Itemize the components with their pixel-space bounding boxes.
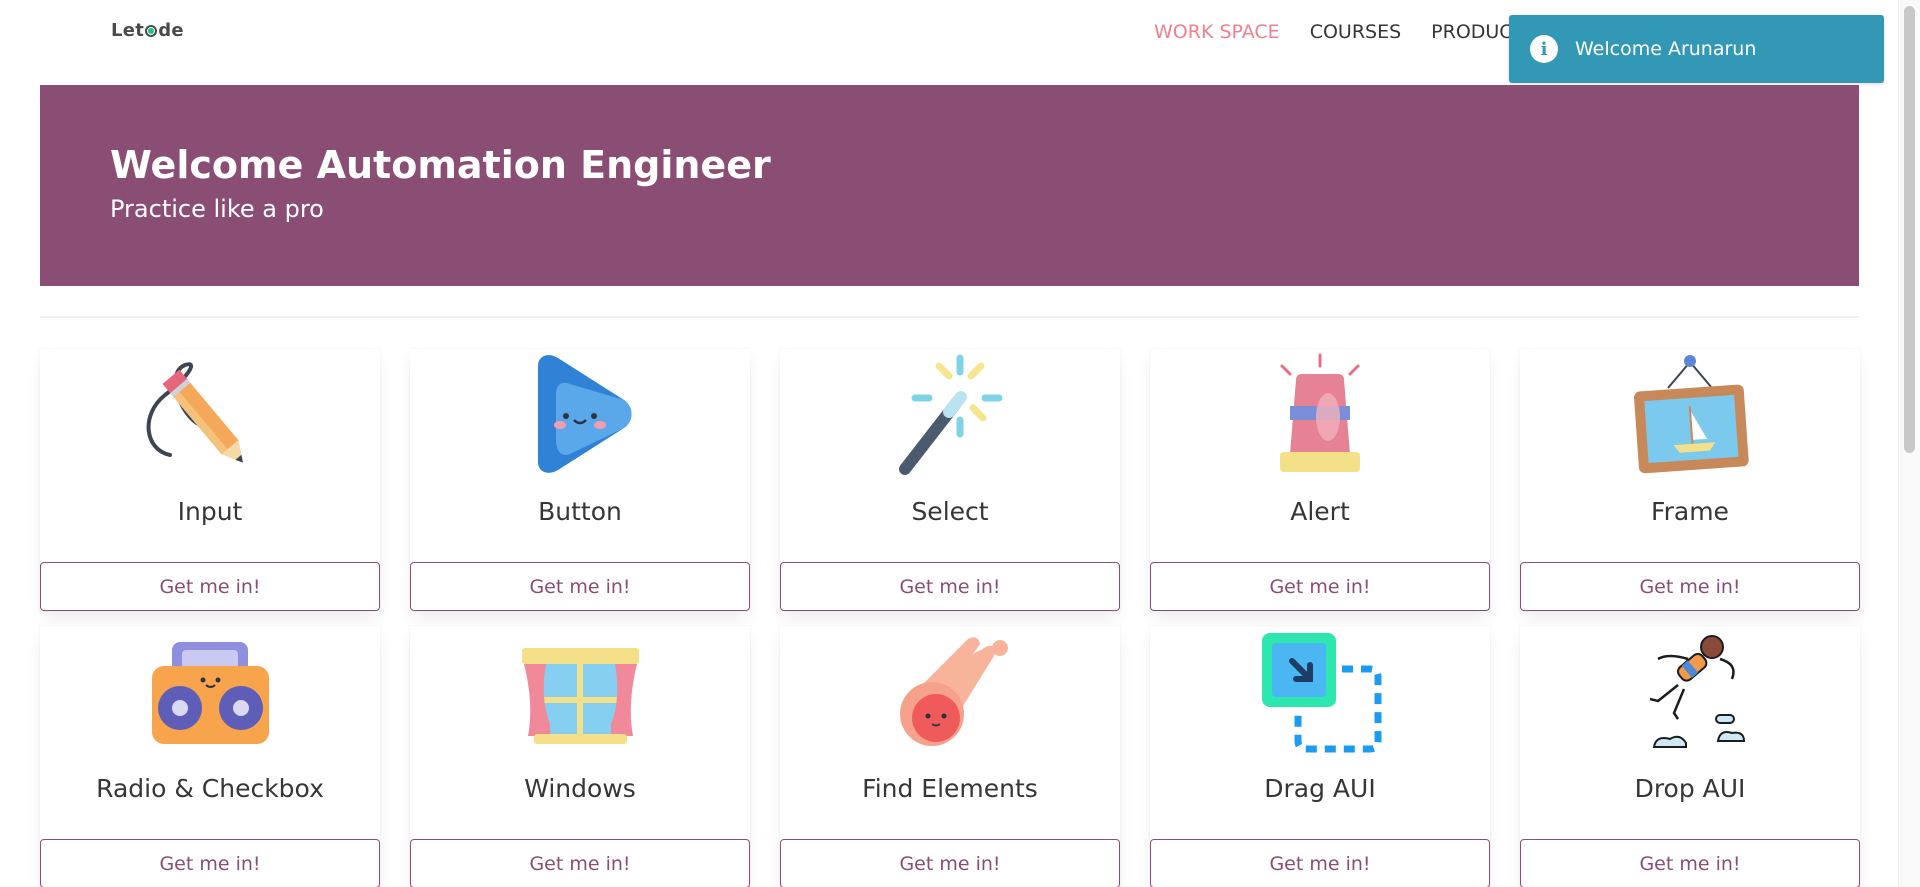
- radio-icon: [40, 626, 380, 756]
- card-drop-aui: Drop AUI Get me in!: [1520, 626, 1860, 887]
- info-icon: i: [1530, 35, 1558, 63]
- magic-wand-icon: [780, 349, 1120, 479]
- hero-title: Welcome Automation Engineer: [110, 143, 771, 187]
- card-title: Frame: [1651, 497, 1729, 526]
- get-me-in-button[interactable]: Get me in!: [1150, 562, 1490, 611]
- get-me-in-button[interactable]: Get me in!: [780, 562, 1120, 611]
- hero-subtitle: Practice like a pro: [110, 195, 324, 223]
- hero-banner: Welcome Automation Engineer Practice lik…: [40, 85, 1859, 286]
- card-title: Windows: [524, 774, 636, 803]
- card-title: Input: [177, 497, 243, 526]
- card-title: Drop AUI: [1634, 774, 1746, 803]
- card-title: Select: [911, 497, 989, 526]
- card-radio-checkbox: Radio & Checkbox Get me in!: [40, 626, 380, 887]
- card-drag-aui: Drag AUI Get me in!: [1150, 626, 1490, 887]
- skydiver-icon: [1520, 626, 1860, 756]
- card-find-elements: Find Elements Get me in!: [780, 626, 1120, 887]
- window-icon: [410, 626, 750, 756]
- get-me-in-button[interactable]: Get me in!: [1520, 562, 1860, 611]
- nav-item-workspace[interactable]: WORK SPACE: [1154, 21, 1280, 43]
- divider: [40, 316, 1859, 318]
- get-me-in-button[interactable]: Get me in!: [40, 839, 380, 887]
- welcome-toast[interactable]: i Welcome Arunarun: [1509, 15, 1884, 83]
- get-me-in-button[interactable]: Get me in!: [40, 562, 380, 611]
- nav-menu: WORK SPACE COURSES PRODUCTS: [1154, 0, 1509, 66]
- scrollbar-thumb[interactable]: [1904, 6, 1915, 453]
- card-alert: Alert Get me in!: [1150, 349, 1490, 611]
- card-windows: Windows Get me in!: [410, 626, 750, 887]
- get-me-in-button[interactable]: Get me in!: [780, 839, 1120, 887]
- get-me-in-button[interactable]: Get me in!: [410, 562, 750, 611]
- card-title: Find Elements: [862, 774, 1038, 803]
- site-logo[interactable]: Let de: [111, 20, 184, 41]
- get-me-in-button[interactable]: Get me in!: [1520, 839, 1860, 887]
- card-frame: Frame Get me in!: [1520, 349, 1860, 611]
- card-input: Input Get me in!: [40, 349, 380, 611]
- card-select: Select Get me in!: [780, 349, 1120, 611]
- nav-item-products[interactable]: PRODUCTS: [1431, 21, 1509, 43]
- pencil-icon: [40, 349, 380, 479]
- nav-item-courses[interactable]: COURSES: [1310, 21, 1401, 43]
- drag-icon: [1150, 626, 1490, 756]
- play-button-icon: [410, 349, 750, 479]
- siren-icon: [1150, 349, 1490, 479]
- toast-message: Welcome Arunarun: [1575, 38, 1757, 60]
- get-me-in-button[interactable]: Get me in!: [410, 839, 750, 887]
- card-title: Alert: [1290, 497, 1350, 526]
- card-title: Radio & Checkbox: [96, 774, 324, 803]
- card-title: Button: [538, 497, 622, 526]
- page-scrollbar[interactable]: [1898, 0, 1920, 887]
- get-me-in-button[interactable]: Get me in!: [1150, 839, 1490, 887]
- picture-frame-icon: [1520, 349, 1860, 479]
- card-button: Button Get me in!: [410, 349, 750, 611]
- meteor-icon: [780, 626, 1120, 756]
- card-title: Drag AUI: [1264, 774, 1376, 803]
